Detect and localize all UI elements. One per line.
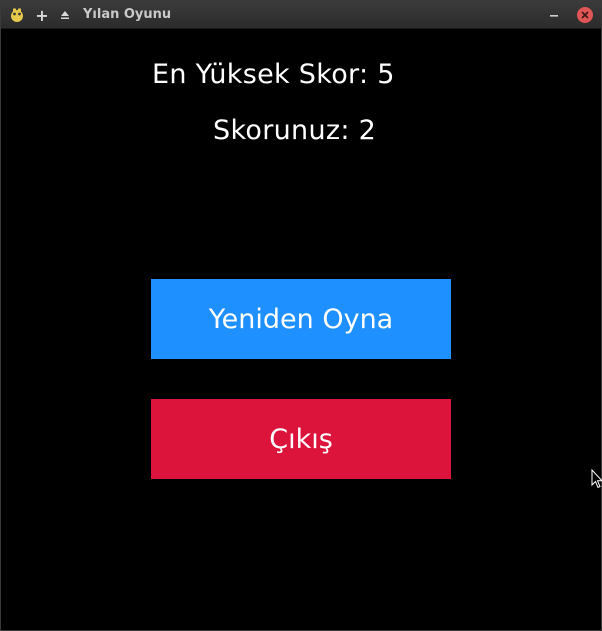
mouse-cursor-icon: [591, 469, 602, 489]
play-again-label: Yeniden Oyna: [208, 303, 394, 335]
exit-label: Çıkış: [269, 423, 333, 455]
play-again-button[interactable]: Yeniden Oyna: [151, 279, 451, 359]
current-score-label: Skorunuz: 2: [213, 115, 377, 146]
game-window: + Yılan Oyunu En Yüksek Skor: 5 Skorunuz…: [0, 0, 602, 631]
window-title: Yılan Oyunu: [83, 7, 172, 22]
python-app-icon[interactable]: [8, 6, 26, 24]
minimize-icon[interactable]: [547, 7, 561, 23]
title-bar[interactable]: + Yılan Oyunu: [1, 1, 601, 29]
high-score-label: En Yüksek Skor: 5: [152, 59, 395, 90]
close-icon[interactable]: [577, 7, 593, 23]
exit-button[interactable]: Çıkış: [151, 399, 451, 479]
game-over-screen: En Yüksek Skor: 5 Skorunuz: 2 Yeniden Oy…: [1, 29, 601, 630]
plus-icon[interactable]: +: [35, 6, 49, 25]
eject-icon[interactable]: [58, 6, 72, 24]
